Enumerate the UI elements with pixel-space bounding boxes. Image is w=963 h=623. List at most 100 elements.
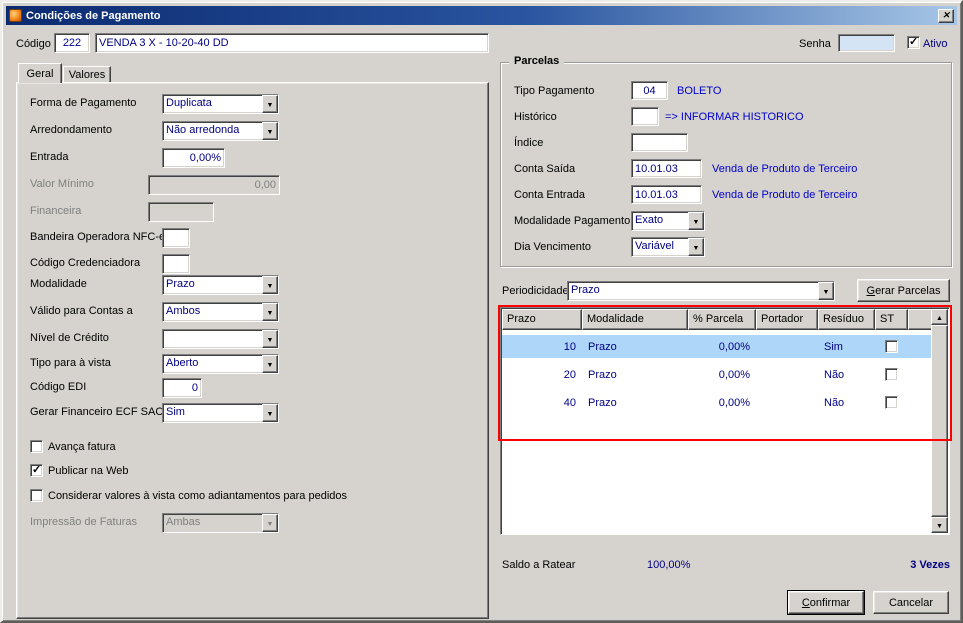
table-header: Prazo Modalidade % Parcela Portador Resí… — [502, 309, 933, 330]
tipo-vista-dropdown-button[interactable] — [262, 355, 278, 373]
ativo-label: Ativo — [923, 38, 948, 50]
tipo-vista-value: Aberto — [166, 357, 199, 369]
avanca-fatura-checkbox[interactable] — [30, 440, 43, 453]
tipo-pagamento-label: Tipo Pagamento — [514, 85, 595, 97]
dia-vencimento-dropdown-button[interactable] — [688, 238, 704, 256]
codigo-credenciadora-label: Código Credenciadora — [30, 257, 141, 269]
tipo-pagamento-input[interactable] — [631, 81, 668, 100]
table-scrollbar[interactable] — [931, 309, 948, 533]
valor-minimo-input — [148, 175, 280, 195]
historico-input[interactable] — [631, 107, 659, 126]
conta-saida-label: Conta Saída — [514, 163, 576, 175]
col-parcela[interactable]: % Parcela — [688, 309, 756, 330]
gerar-parcelas-button[interactable]: Gerar Parcelas — [857, 279, 950, 302]
cell-st — [875, 396, 908, 409]
scroll-down-button[interactable] — [931, 517, 948, 533]
entrada-input[interactable] — [162, 148, 225, 168]
arredondamento-dropdown-button[interactable] — [262, 122, 278, 140]
cell-residuo: Sim — [824, 340, 843, 353]
st-checkbox[interactable] — [885, 396, 898, 409]
descricao-input[interactable] — [95, 33, 489, 53]
gerar-financeiro-dropdown-button[interactable] — [262, 404, 278, 422]
impressao-faturas-select: Ambas — [162, 513, 279, 533]
gerar-financeiro-label: Gerar Financeiro ECF SAC — [30, 406, 164, 418]
nivel-credito-dropdown-button[interactable] — [262, 330, 278, 348]
tab-valores[interactable]: Valores — [63, 66, 111, 83]
chevron-down-icon — [267, 279, 274, 291]
table-row[interactable]: 40 Prazo 0,00% Não — [502, 391, 931, 414]
chevron-down-icon — [267, 358, 274, 370]
considerar-adiantamentos-checkbox[interactable] — [30, 489, 43, 502]
codigo-edi-input[interactable] — [162, 378, 202, 398]
financeira-label: Financeira — [30, 205, 82, 217]
conta-entrada-label: Conta Entrada — [514, 189, 585, 201]
cell-parcela: 0,00% — [718, 396, 750, 409]
modalidade-select[interactable]: Prazo — [162, 275, 279, 295]
nivel-credito-select[interactable] — [162, 329, 279, 349]
chevron-down-icon — [693, 215, 700, 227]
chevron-down-icon — [693, 241, 700, 253]
codigo-input[interactable] — [54, 33, 90, 53]
scroll-up-button[interactable] — [931, 309, 948, 325]
condicoes-pagamento-dialog: Condições de Pagamento Código Senha Ativ… — [0, 0, 963, 623]
tab-valores-label: Valores — [68, 69, 106, 81]
col-prazo[interactable]: Prazo — [502, 309, 582, 330]
confirmar-button[interactable]: Confirmar — [787, 590, 865, 615]
cell-modalidade: Prazo — [588, 396, 617, 409]
chevron-down-icon — [267, 407, 274, 419]
valido-contas-dropdown-button[interactable] — [262, 303, 278, 321]
scrollbar-thumb[interactable] — [931, 325, 948, 517]
valido-contas-select[interactable]: Ambos — [162, 302, 279, 322]
senha-input[interactable] — [838, 34, 895, 52]
table-row[interactable]: 10 Prazo 0,00% Sim — [502, 335, 931, 358]
arredondamento-select[interactable]: Não arredonda — [162, 121, 279, 141]
modalidade-pagamento-dropdown-button[interactable] — [688, 212, 704, 230]
gerar-financeiro-select[interactable]: Sim — [162, 403, 279, 423]
arredondamento-value: Não arredonda — [166, 124, 240, 136]
col-filler — [908, 309, 933, 330]
historico-desc: => INFORMAR HISTORICO — [665, 111, 804, 123]
forma-pagamento-value: Duplicata — [166, 97, 212, 109]
modalidade-pagamento-value: Exato — [635, 214, 664, 226]
st-checkbox[interactable] — [885, 340, 898, 353]
bandeira-nfce-label: Bandeira Operadora NFC-e — [30, 231, 166, 243]
modalidade-pagamento-select[interactable]: Exato — [631, 211, 705, 231]
senha-label: Senha — [799, 38, 831, 50]
ativo-checkbox[interactable] — [907, 35, 920, 49]
tipo-vista-select[interactable]: Aberto — [162, 354, 279, 374]
conta-saida-input[interactable] — [631, 159, 702, 178]
geral-tab-panel — [16, 82, 489, 619]
periodicidade-select[interactable]: Prazo — [567, 281, 835, 301]
periodicidade-dropdown-button[interactable] — [818, 282, 834, 300]
nivel-credito-label: Nível de Crédito — [30, 332, 109, 344]
col-st[interactable]: ST — [875, 309, 908, 330]
bandeira-nfce-input[interactable] — [162, 228, 190, 248]
titlebar[interactable]: Condições de Pagamento — [6, 6, 957, 25]
indice-input[interactable] — [631, 133, 688, 152]
col-modalidade[interactable]: Modalidade — [582, 309, 688, 330]
publicar-web-checkbox[interactable] — [30, 463, 43, 477]
conta-entrada-input[interactable] — [631, 185, 702, 204]
vezes-value: 3 Vezes — [910, 559, 950, 571]
forma-pagamento-dropdown-button[interactable] — [262, 95, 278, 113]
parcelas-group-title: Parcelas — [509, 55, 565, 67]
codigo-credenciadora-input[interactable] — [162, 254, 190, 274]
chevron-down-icon — [267, 306, 274, 318]
table-row[interactable]: 20 Prazo 0,00% Não — [502, 363, 931, 386]
modalidade-label: Modalidade — [30, 278, 87, 290]
arredondamento-label: Arredondamento — [30, 124, 112, 136]
confirmar-button-label: Confirmar — [801, 596, 851, 609]
st-checkbox[interactable] — [885, 368, 898, 381]
saldo-ratear-label: Saldo a Ratear — [502, 559, 576, 571]
modalidade-dropdown-button[interactable] — [262, 276, 278, 294]
cancelar-button[interactable]: Cancelar — [873, 591, 949, 614]
periodicidade-label: Periodicidade — [502, 285, 569, 297]
close-button[interactable] — [938, 8, 954, 23]
dia-vencimento-label: Dia Vencimento — [514, 241, 592, 253]
dia-vencimento-select[interactable]: Variável — [631, 237, 705, 257]
col-residuo[interactable]: Resíduo — [818, 309, 875, 330]
modalidade-value: Prazo — [166, 278, 195, 290]
tab-geral[interactable]: Geral — [18, 63, 62, 83]
forma-pagamento-select[interactable]: Duplicata — [162, 94, 279, 114]
col-portador[interactable]: Portador — [756, 309, 818, 330]
